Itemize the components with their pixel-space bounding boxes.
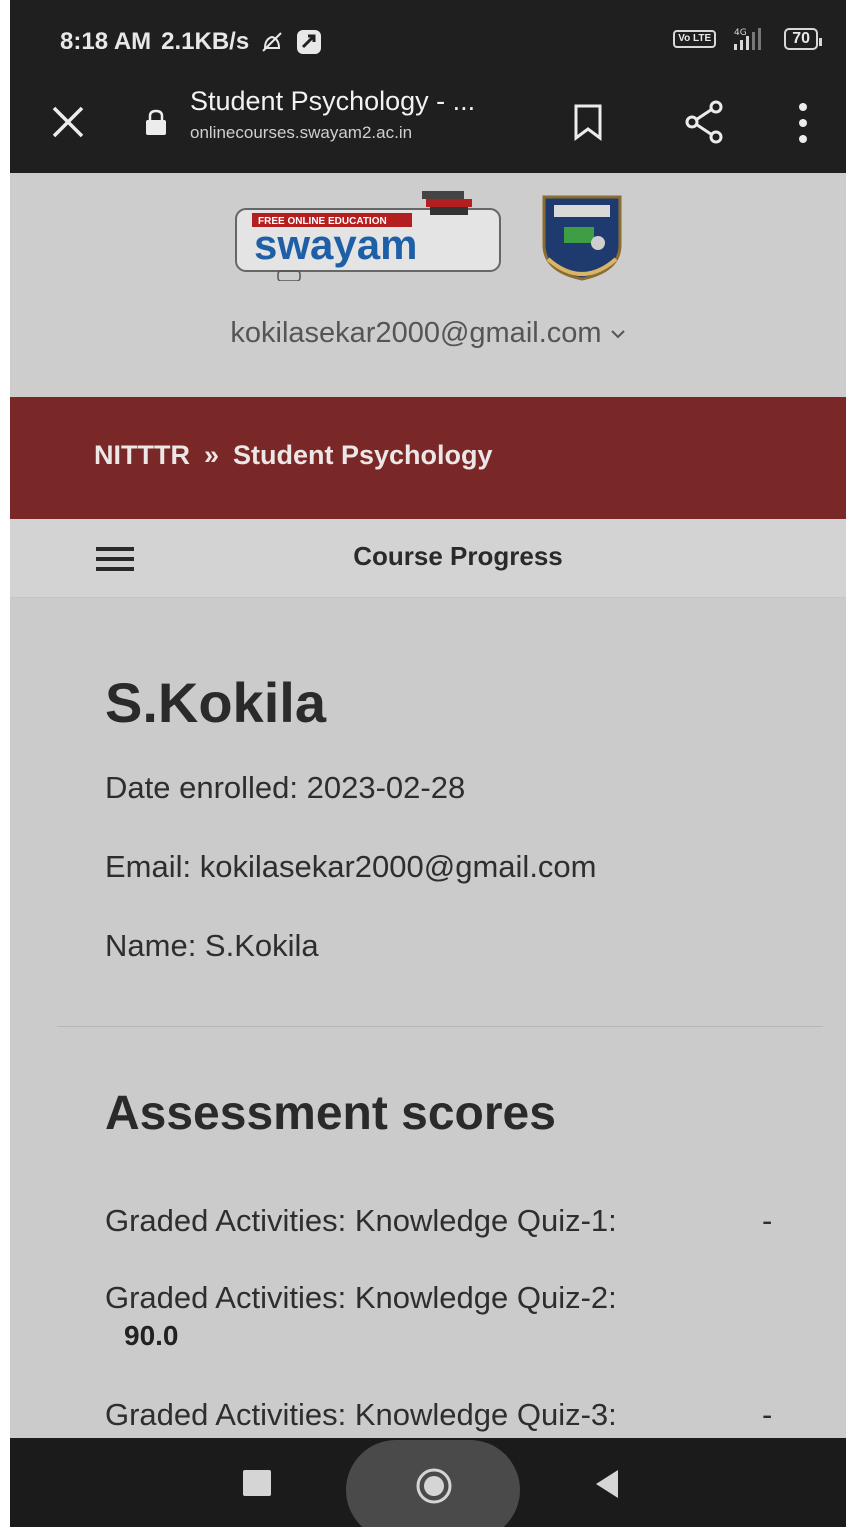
battery-icon: 70: [784, 28, 822, 50]
page-title: Student Psychology - ...: [190, 86, 476, 116]
site-header: FREE ONLINE EDUCATION swayam kokilasekar…: [10, 173, 846, 397]
quiz-1-score: -: [762, 1203, 773, 1238]
system-navigation-bar: [10, 1438, 846, 1527]
back-icon[interactable]: [592, 1468, 620, 1500]
lock-icon[interactable]: [143, 108, 169, 136]
status-right: Vo LTE 4G 70: [673, 26, 822, 52]
browser-toolbar: Student Psychology - ... onlinecourses.s…: [10, 80, 846, 173]
student-email: Email: kokilasekar2000@gmail.com: [105, 849, 597, 884]
share-icon[interactable]: [682, 98, 726, 146]
assessment-scores-heading: Assessment scores: [105, 1087, 556, 1140]
page-title-block[interactable]: Student Psychology - ... onlinecourses.s…: [190, 86, 475, 143]
status-time: 8:18 AM: [60, 28, 152, 55]
alarm-off-icon: [262, 32, 282, 52]
breadcrumb: NITTTR » Student Psychology: [10, 397, 846, 519]
close-icon[interactable]: [46, 100, 90, 144]
quiz-3-label: Graded Activities: Knowledge Quiz-3:: [105, 1397, 617, 1432]
volte-icon: Vo LTE: [673, 30, 717, 48]
breadcrumb-text: NITTTR » Student Psychology: [94, 440, 493, 471]
more-options-icon[interactable]: [796, 100, 810, 146]
student-name-line: Name: S.Kokila: [105, 928, 319, 963]
student-name-heading: S.Kokila: [105, 671, 326, 734]
course-nav: Course Progress: [10, 519, 846, 598]
breadcrumb-org[interactable]: NITTTR: [94, 440, 190, 470]
progress-content: S.Kokila Date enrolled: 2023-02-28 Email…: [10, 598, 846, 1438]
user-email: kokilasekar2000@gmail.com: [230, 317, 602, 349]
quiz-2-score: 90.0: [124, 1320, 179, 1351]
status-left: 8:18 AM 2.1KB/s: [60, 28, 323, 56]
signal-icon: 4G: [734, 28, 762, 50]
user-account-menu[interactable]: kokilasekar2000@gmail.com: [10, 317, 846, 350]
quiz-2-label: Graded Activities: Knowledge Quiz-2:: [105, 1280, 617, 1315]
recent-apps-icon[interactable]: [243, 1470, 271, 1496]
nav-title: Course Progress: [353, 541, 563, 571]
screen: 8:18 AM 2.1KB/s Vo LTE 4G 70 Student Psy…: [10, 0, 846, 1527]
quiz-3-score: -: [762, 1397, 773, 1432]
screen-rotate-icon: [297, 30, 322, 54]
network-type: 4G: [734, 28, 747, 38]
quiz-1-label: Graded Activities: Knowledge Quiz-1:: [105, 1203, 617, 1238]
home-icon[interactable]: [414, 1466, 454, 1506]
institute-emblem[interactable]: [536, 193, 628, 283]
breadcrumb-course[interactable]: Student Psychology: [233, 440, 493, 470]
status-net-speed: 2.1KB/s: [161, 28, 250, 55]
swayam-logo[interactable]: FREE ONLINE EDUCATION swayam: [234, 189, 504, 281]
page-url: onlinecourses.swayam2.ac.in: [190, 123, 413, 142]
status-bar: 8:18 AM 2.1KB/s Vo LTE 4G 70: [10, 0, 846, 80]
bookmark-icon[interactable]: [570, 102, 606, 142]
date-enrolled: Date enrolled: 2023-02-28: [105, 770, 466, 805]
logo-wordmark: swayam: [254, 221, 417, 268]
breadcrumb-separator: »: [203, 440, 220, 470]
chevron-down-icon: [610, 330, 625, 339]
divider: [57, 1026, 823, 1027]
